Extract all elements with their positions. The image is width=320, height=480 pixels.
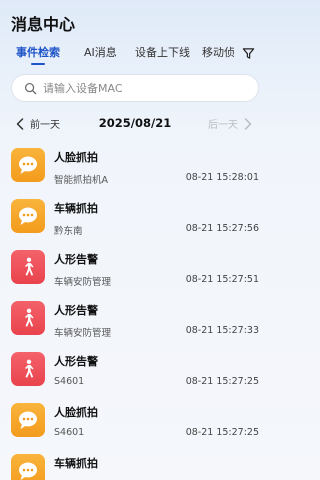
event-item[interactable]: 车辆抓拍 黔东南 08-21 15:27:56 bbox=[0, 196, 270, 247]
message-icon bbox=[19, 411, 37, 429]
event-time: 08-21 15:27:56 bbox=[185, 223, 259, 234]
event-time: 08-21 15:27:33 bbox=[185, 325, 259, 336]
event-device: 车辆安防管理 bbox=[54, 328, 112, 339]
event-title: 人脸抓拍 bbox=[54, 151, 98, 164]
event-item[interactable]: 人脸抓拍 S4601 08-21 15:27:25 bbox=[0, 400, 270, 451]
event-device: 车辆安防管理 bbox=[54, 277, 112, 288]
event-time: 08-21 15:27:25 bbox=[185, 376, 259, 387]
tab-ai-messages[interactable]: AI消息 bbox=[84, 44, 117, 60]
date-navigator: 前一天 2025/08/21 后一天 bbox=[0, 114, 270, 134]
person-walking-icon bbox=[25, 308, 34, 327]
search-bar[interactable] bbox=[11, 74, 259, 102]
page-title: 消息中心 bbox=[11, 15, 76, 34]
event-icon-box bbox=[11, 148, 45, 182]
event-icon-box bbox=[11, 352, 45, 386]
event-device: S4601 bbox=[54, 427, 85, 438]
event-icon-box bbox=[11, 454, 45, 480]
person-walking-icon bbox=[25, 359, 34, 378]
event-title: 车辆抓拍 bbox=[54, 457, 98, 470]
event-item[interactable]: 人脸抓拍 智能抓拍机A 08-21 15:28:01 bbox=[0, 145, 270, 196]
message-icon bbox=[19, 156, 37, 174]
event-item[interactable]: 人形告警 车辆安防管理 08-21 15:27:51 bbox=[0, 247, 270, 298]
event-icon-box bbox=[11, 301, 45, 335]
message-icon bbox=[19, 207, 37, 225]
next-day-label: 后一天 bbox=[208, 120, 238, 131]
event-device: S4601 bbox=[54, 376, 85, 387]
filter-icon bbox=[242, 47, 254, 59]
event-title: 人脸抓拍 bbox=[54, 406, 98, 419]
event-device: 黔东南 bbox=[54, 226, 83, 237]
event-icon-box bbox=[11, 403, 45, 437]
event-title: 人形告警 bbox=[54, 304, 98, 317]
event-icon-box bbox=[11, 199, 45, 233]
event-icon-box bbox=[11, 250, 45, 284]
message-icon bbox=[19, 462, 37, 480]
event-time: 08-21 15:27:51 bbox=[185, 274, 259, 285]
next-day-button[interactable]: 后一天 bbox=[208, 116, 252, 131]
tab-event-search[interactable]: 事件检索 bbox=[16, 44, 60, 60]
event-time: 08-21 15:28:01 bbox=[185, 172, 259, 183]
event-item[interactable]: 人形告警 S4601 08-21 15:27:25 bbox=[0, 349, 270, 400]
event-title: 人形告警 bbox=[54, 355, 98, 368]
event-device: 智能抓拍机A bbox=[54, 175, 108, 186]
chevron-right-icon bbox=[244, 117, 252, 130]
event-item[interactable]: 车辆抓拍 bbox=[0, 451, 270, 480]
tab-motion-detection[interactable]: 移动侦 bbox=[202, 44, 234, 60]
tab-device-online-offline[interactable]: 设备上下线 bbox=[135, 44, 190, 60]
person-walking-icon bbox=[25, 257, 34, 276]
active-tab-indicator bbox=[31, 63, 45, 65]
event-time: 08-21 15:27:25 bbox=[185, 427, 259, 438]
event-title: 人形告警 bbox=[54, 253, 98, 266]
search-input[interactable] bbox=[43, 81, 243, 95]
search-icon bbox=[24, 82, 37, 94]
event-title: 车辆抓拍 bbox=[54, 202, 98, 215]
filter-button[interactable] bbox=[237, 44, 259, 62]
event-item[interactable]: 人形告警 车辆安防管理 08-21 15:27:33 bbox=[0, 298, 270, 349]
tab-bar: 事件检索 AI消息 设备上下线 移动侦 bbox=[0, 44, 270, 68]
